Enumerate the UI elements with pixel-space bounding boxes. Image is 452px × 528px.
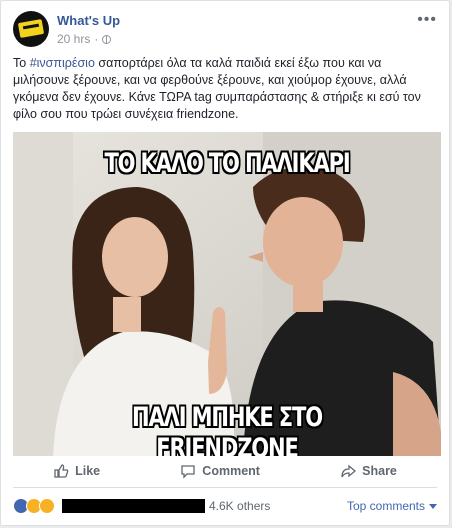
actions-divider — [13, 487, 437, 488]
post-image[interactable]: ΤΟ ΚΑΛΟ ΤΟ ΠΑΛΙΚΑΡΙ ΠΑΛΙ ΜΠΗΚΕ ΣΤΟ FRIEN… — [13, 132, 441, 456]
meme-top-caption: ΤΟ ΚΑΛΟ ΤΟ ΠΑΛΙΚΑΡΙ — [104, 148, 350, 179]
like-label: Like — [75, 464, 101, 478]
post-actions: Like Comment Share — [13, 456, 437, 486]
redacted-names — [62, 499, 205, 513]
post-timestamp[interactable]: 20 hrs — [57, 32, 90, 46]
like-button[interactable]: Like — [53, 463, 100, 479]
share-button[interactable]: Share — [340, 463, 397, 479]
comment-button[interactable]: Comment — [180, 463, 260, 479]
post-text-pre: Το — [13, 56, 30, 70]
page-avatar[interactable] — [13, 11, 49, 47]
hashtag-link[interactable]: #ινσπιρέσιο — [30, 56, 95, 70]
globe-icon — [102, 34, 112, 44]
sad-reaction-icon — [39, 498, 55, 514]
post-card: What's Up 20 hrs · ••• Το #ινσπιρέσιο σα… — [0, 0, 450, 526]
chevron-down-icon — [429, 503, 437, 509]
comment-label: Comment — [202, 464, 260, 478]
page-name-link[interactable]: What's Up — [57, 13, 120, 28]
reaction-count[interactable]: 4.6K others — [209, 499, 270, 513]
comment-icon — [181, 465, 195, 479]
thumbs-up-icon — [54, 464, 69, 478]
reactions-bar: 4.6K others Top comments — [13, 495, 437, 517]
post-text: Το #ινσπιρέσιο σαπορτάρει όλα τα καλά πα… — [13, 55, 433, 123]
more-options-icon[interactable]: ••• — [417, 11, 437, 29]
logo-mark — [17, 19, 45, 38]
share-icon — [341, 464, 357, 478]
reaction-icons[interactable] — [13, 498, 55, 514]
post-header: What's Up 20 hrs · ••• — [13, 11, 437, 51]
top-comments-dropdown[interactable]: Top comments — [347, 499, 437, 513]
post-meta: 20 hrs · — [57, 32, 112, 46]
top-comments-label: Top comments — [346, 499, 425, 513]
share-label: Share — [362, 464, 397, 478]
meme-bottom-caption: ΠΑΛΙ ΜΠΗΚΕ ΣΤΟ FRIENDZONE — [132, 402, 323, 456]
meta-separator: · — [94, 32, 99, 46]
